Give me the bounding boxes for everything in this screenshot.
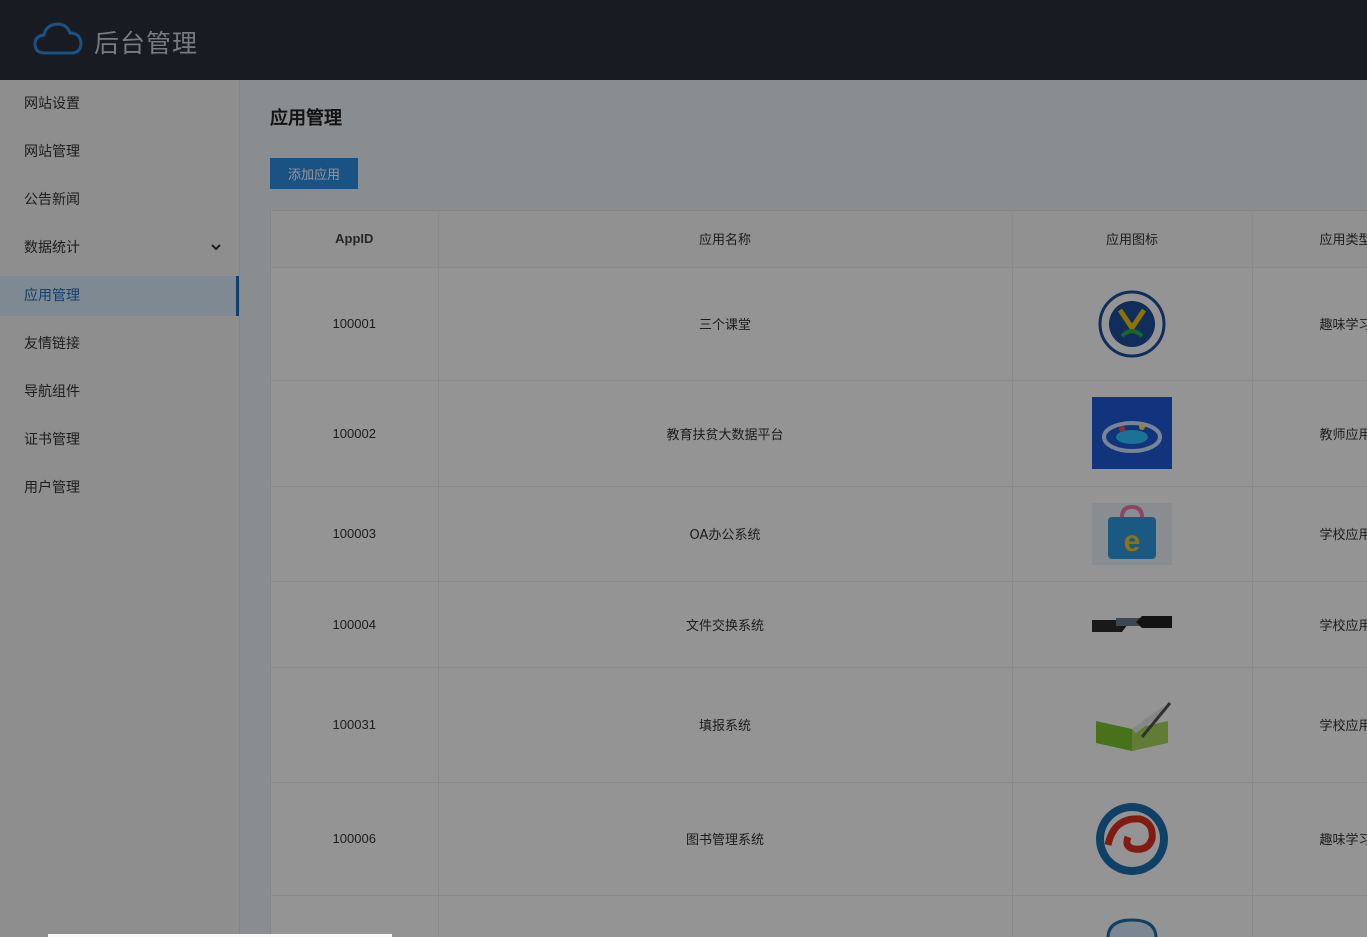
- cell-type: 学校应用: [1252, 581, 1367, 668]
- cell-appid: 100004: [271, 581, 439, 668]
- cell-name: 教育扶贫大数据平台: [438, 380, 1013, 487]
- cell-name: 三个课堂: [438, 267, 1013, 381]
- sidebar-item-users[interactable]: 用户管理: [0, 468, 239, 508]
- table-row[interactable]: [271, 895, 1367, 937]
- app-table: AppID 应用名称 应用图标 应用类型 100001 三个课堂 趣味学习 10…: [270, 210, 1367, 937]
- column-header-icon: 应用图标: [1012, 211, 1253, 268]
- column-header-type: 应用类型: [1252, 211, 1367, 268]
- column-header-name: 应用名称: [438, 211, 1013, 268]
- table-row[interactable]: 100003 OA办公系统 e 学校应用: [271, 486, 1367, 582]
- column-header-appid: AppID: [271, 211, 439, 268]
- chevron-down-icon: [211, 244, 221, 251]
- swirl-logo-icon: [1096, 802, 1168, 875]
- sidebar-item-app-management[interactable]: 应用管理: [0, 276, 239, 316]
- cell-name: 填报系统: [438, 667, 1013, 783]
- cloud-icon: [33, 22, 83, 55]
- cell-type: 教师应用: [1252, 380, 1367, 487]
- cell-appid: 100031: [271, 667, 439, 783]
- svg-text:e: e: [1124, 525, 1141, 558]
- sidebar-item-site-settings[interactable]: 网站设置: [0, 84, 239, 124]
- school-badge-icon: [1098, 290, 1166, 357]
- cell-appid: 100002: [271, 380, 439, 487]
- partial-app-icon: [1106, 917, 1158, 937]
- table-row[interactable]: 100006 图书管理系统 趣味学习: [271, 782, 1367, 896]
- main-content: 应用管理 添加应用 AppID 应用名称 应用图标 应用类型 100001 三个…: [240, 80, 1367, 937]
- book-pen-icon: [1096, 701, 1172, 751]
- sidebar-item-label: 数据统计: [24, 240, 80, 256]
- sidebar-item-statistics[interactable]: 数据统计: [0, 228, 239, 268]
- sidebar-item-news[interactable]: 公告新闻: [0, 180, 239, 220]
- sidebar-item-links[interactable]: 友情链接: [0, 324, 239, 364]
- cell-type: 趣味学习: [1252, 782, 1367, 896]
- cell-type: 趣味学习: [1252, 267, 1367, 381]
- sidebar: 网站设置 网站管理 公告新闻 数据统计 应用管理 友情链接 导航组件 证书管理 …: [0, 80, 240, 937]
- file-exchange-icon: [1092, 616, 1172, 632]
- cell-appid: 100001: [271, 267, 439, 381]
- cell-name: OA办公系统: [438, 486, 1013, 582]
- cell-appid: 100006: [271, 782, 439, 896]
- add-app-button[interactable]: 添加应用: [270, 158, 358, 189]
- sidebar-item-certificates[interactable]: 证书管理: [0, 420, 239, 460]
- oa-bag-icon: e: [1092, 502, 1172, 565]
- cell-name: 文件交换系统: [438, 581, 1013, 668]
- page-title: 应用管理: [270, 108, 342, 129]
- cell-appid: 100003: [271, 486, 439, 582]
- app-title: 后台管理: [94, 29, 199, 58]
- cell-type: 学校应用: [1252, 667, 1367, 783]
- sidebar-item-site-management[interactable]: 网站管理: [0, 132, 239, 172]
- sidebar-item-nav-components[interactable]: 导航组件: [0, 372, 239, 412]
- table-header-row: AppID 应用名称 应用图标 应用类型: [271, 211, 1367, 268]
- top-header: 后台管理: [0, 0, 1367, 80]
- data-platform-icon: [1092, 397, 1172, 469]
- table-row[interactable]: 100004 文件交换系统 学校应用: [271, 581, 1367, 668]
- table-row[interactable]: 100031 填报系统 学校应用: [271, 667, 1367, 783]
- cell-name: 图书管理系统: [438, 782, 1013, 896]
- table-row[interactable]: 100001 三个课堂 趣味学习: [271, 267, 1367, 381]
- table-row[interactable]: 100002 教育扶贫大数据平台 教师应用: [271, 380, 1367, 487]
- cell-type: 学校应用: [1252, 486, 1367, 582]
